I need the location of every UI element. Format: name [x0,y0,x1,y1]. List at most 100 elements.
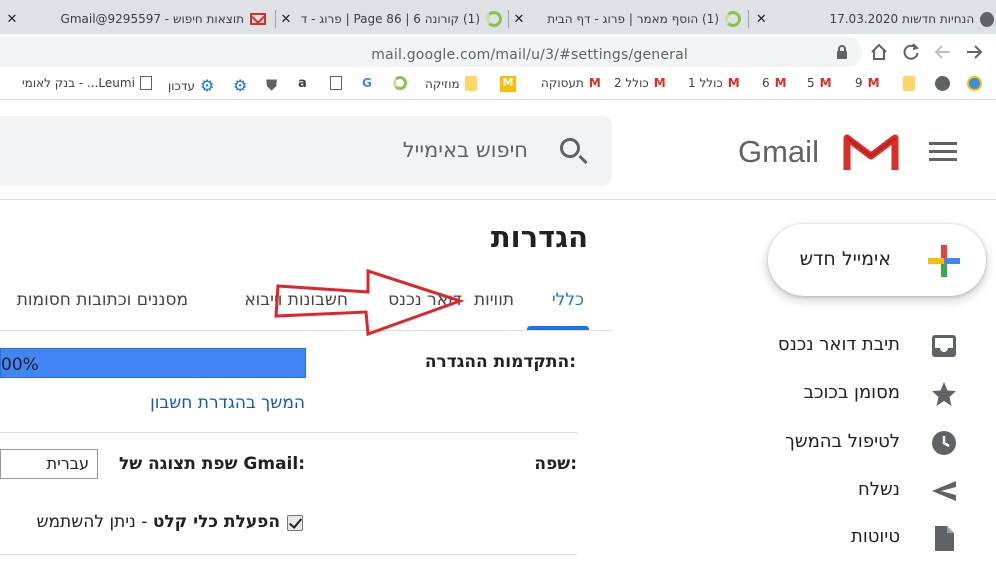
tab-separator [508,10,509,28]
omnibox[interactable]: mail.google.com/mail/u/3/#settings/gener… [0,37,862,67]
site-favicon-icon [486,11,502,27]
display-language-select[interactable]: עברית [0,449,98,479]
nav-drafts[interactable]: טיוטות [740,518,996,564]
bookmark-label: תעסוקה [541,76,584,90]
compose-label: אימייל חדש [799,248,891,270]
tab-close-icon[interactable]: ✕ [278,12,294,27]
input-tools-checkbox[interactable] [287,515,303,531]
gmail-favicon-icon: M [588,76,601,90]
home-icon[interactable] [869,42,889,62]
nav-label: נשלח [858,479,900,500]
bookmark-yellow-m[interactable]: M [500,76,516,92]
bookmark-gear[interactable]: ⚙ [233,76,247,95]
continue-setup-link[interactable]: המשך בהגדרת חשבון [150,393,305,413]
bookmark-label: 6 [762,76,770,90]
tab-close-icon[interactable]: ✕ [511,12,527,27]
tab-title: (1) הוסף מאמר | פרוג - דף הבית [547,12,719,26]
bookmark-leumi[interactable]: בנק לאומי - ...Leumi [22,76,152,90]
page-title: הגדרות [490,220,588,254]
gear-icon: ⚙ [233,76,248,95]
main-menu-icon[interactable] [929,142,957,166]
bookmark-6[interactable]: 6 M [762,76,787,90]
tab-close-icon[interactable]: ✕ [4,12,20,27]
nav-starred[interactable]: מסומן בכוכב [740,374,996,420]
clock-icon [932,431,956,455]
gear-icon: ⚙ [199,76,215,95]
bookmark-folder[interactable] [903,76,915,91]
bookmark-label: עדכון [168,78,195,93]
bookmark-employment[interactable]: תעסוקה M [541,76,601,90]
bookmark-label: 5 [807,76,815,90]
gmail-favicon-icon [250,13,266,25]
send-icon [932,481,956,501]
shield-icon: ⛊ [266,76,278,94]
search-icon[interactable] [560,138,580,158]
bookmark-shield[interactable]: ⛊ [266,76,277,94]
gmail-wordmark[interactable]: Gmail [738,134,819,170]
tab-inbox[interactable]: דואר נכנס [388,290,462,310]
nav-label: תיבת דואר נכנס [777,334,900,355]
bookmark-kollel1[interactable]: כולל 1 M [688,76,740,90]
tab-title: תוצאות חיפוש - Gmail@9295597 [60,12,244,26]
nav-sent[interactable]: נשלח [740,471,996,517]
gmail-logo-icon[interactable] [843,132,899,172]
search-bar[interactable]: חיפוש באימייל [0,116,612,186]
gmail-favicon-icon: M [867,76,880,90]
input-tools-bold: הפעלת כלי קלט [152,512,280,532]
gmail-favicon-icon: M [774,76,787,90]
tab-close-icon[interactable]: ✕ [754,12,769,27]
compose-button[interactable]: אימייל חדש [768,224,986,296]
forward-arrow-icon[interactable] [964,42,984,62]
bookmark-globe[interactable] [935,76,950,91]
bookmark-kollel2[interactable]: כולל 2 M [614,76,666,90]
gmail-favicon-icon: M [727,76,740,90]
section-divider [0,554,577,555]
bookmark-google[interactable]: G [362,76,372,90]
google-icon: G [362,76,372,90]
browser-tab-bar: ✕ תוצאות חיפוש - Gmail@9295597 ✕ (1) קור… [0,0,996,34]
progress-value: 00% [1,355,39,375]
bookmark-5[interactable]: 5 M [807,76,832,90]
tab-general[interactable]: כללי [552,290,584,310]
browser-tab-guidelines[interactable]: ✕ הנחיות חדשות 17.03.2020 [754,4,994,34]
setup-progress-label: התקדמות ההגדרה: [424,352,576,372]
setup-progress-bar: 00% [0,348,306,378]
browser-tab-forum-page[interactable]: ✕ (1) קורונה 6 | Page 86 | פרוג - דף [278,4,508,34]
nav-label: לטיפול בהמשך [785,431,900,452]
globe-icon [935,76,950,91]
amazon-icon: a [298,76,307,91]
back-arrow-icon[interactable] [933,42,953,62]
tab-labels[interactable]: תוויות [474,290,514,310]
bookmark-badge[interactable] [967,76,982,91]
tab-title: הנחיות חדשות 17.03.2020 [829,12,975,26]
bookmark-music[interactable]: מוזיקה [425,76,477,91]
reload-icon[interactable] [901,42,921,62]
nav-inbox[interactable]: תיבת דואר נכנס [740,326,996,372]
nav-snoozed[interactable]: לטיפול בהמשך [740,423,996,469]
m-logo-icon: M [500,76,516,92]
url-text[interactable]: mail.google.com/mail/u/3/#settings/gener… [371,47,688,63]
lock-icon[interactable] [836,45,848,59]
language-label: שפה: [534,454,577,474]
tab-filters-blocked[interactable]: מסננים וכתובות חסומות [17,290,188,310]
bookmark-label: מוזיקה [425,76,460,91]
bookmark-amazon[interactable]: a [298,76,307,91]
search-input[interactable]: חיפוש באימייל [403,138,528,162]
browser-tab-gmail-search[interactable]: ✕ תוצאות חיפוש - Gmail@9295597 [4,4,274,34]
bookmark-update[interactable]: עדכון ⚙ [168,76,214,95]
bookmark-swirl[interactable] [393,76,407,90]
bookmark-9[interactable]: 9 M [855,76,880,90]
bookmark-page[interactable] [330,76,342,90]
folder-icon [464,76,477,91]
tab-accounts-import[interactable]: חשבונות וייבוא [244,290,348,310]
page-icon [330,76,342,90]
bookmarks-bar: בנק לאומי - ...Leumi עדכון ⚙ ⚙ ⛊ a G מוז… [0,70,996,100]
browser-tab-add-article[interactable]: ✕ (1) הוסף מאמר | פרוג - דף הבית [511,4,747,34]
input-tools-rest: - ניתן להשתמש [36,512,153,532]
gmail-header: חיפוש באימייל Gmail [0,100,996,200]
tabs-divider [0,330,612,331]
bookmark-label: כולל 1 [688,76,723,90]
tab-separator [748,10,749,28]
folder-icon [903,76,915,91]
globe-favicon-icon [980,11,994,27]
